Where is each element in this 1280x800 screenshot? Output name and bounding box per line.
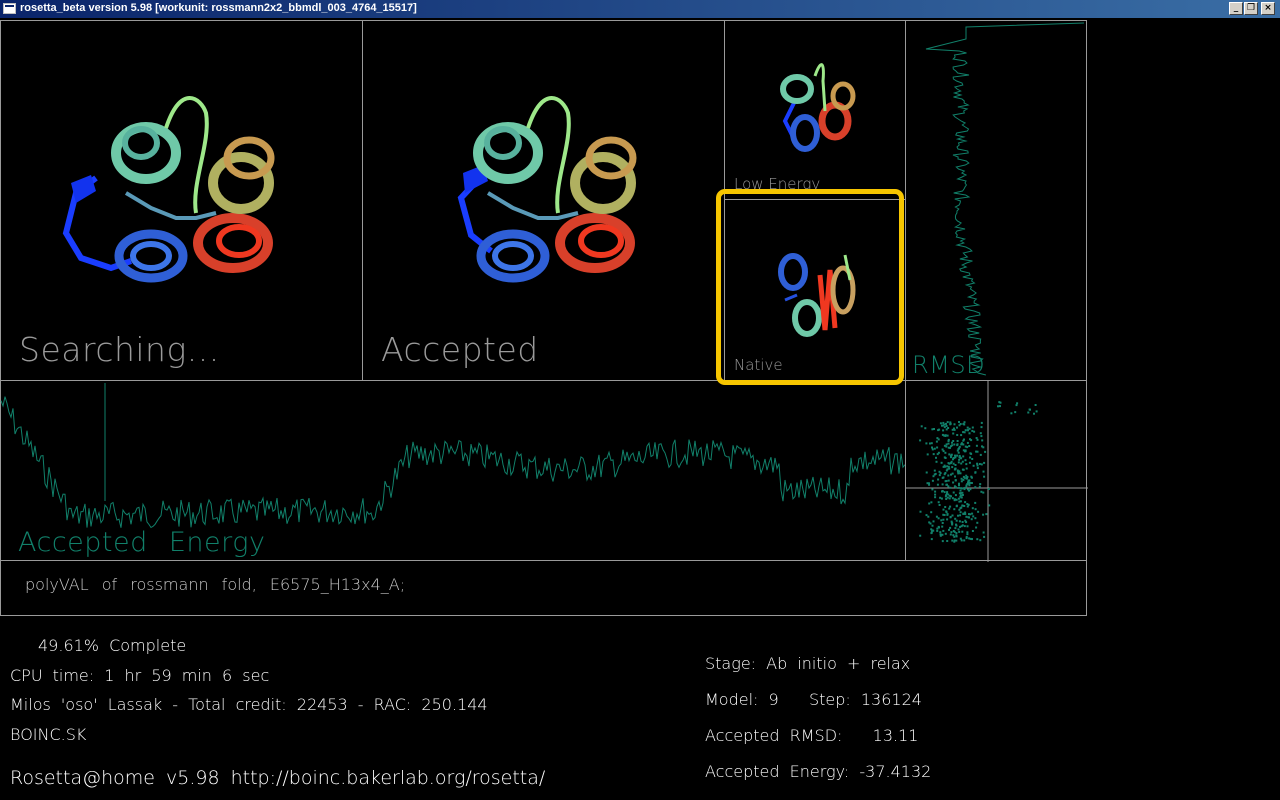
low-energy-panel: Low Energy bbox=[724, 20, 906, 200]
title-bar: rosetta_beta version 5.98 [workunit: ros… bbox=[0, 0, 1280, 18]
accepted-energy-info: Accepted Energy: -37.4132 bbox=[705, 762, 932, 781]
accepted-energy-panel: Accepted Energy bbox=[0, 380, 906, 561]
minimize-button[interactable]: _ bbox=[1229, 2, 1243, 15]
close-button[interactable]: × bbox=[1261, 2, 1275, 15]
energy-vs-rmsd-scatter bbox=[906, 381, 1088, 562]
energy-vs-rmsd-panel bbox=[905, 380, 1088, 562]
team-name: BOINC.SK bbox=[10, 725, 87, 744]
accepted-protein-icon bbox=[457, 96, 637, 283]
rosetta-graphics-window: Searching... Accepted Low Energy Native … bbox=[0, 18, 1280, 800]
user-credit: Milos 'oso' Lassak - Total credit: 22453… bbox=[10, 695, 488, 714]
rmsd-panel: RMSD bbox=[905, 20, 1087, 381]
description-panel: polyVAL of rossmann fold, E6575_H13x4_A; bbox=[0, 560, 1087, 616]
model-step-info: Model: 9 Step: 136124 bbox=[705, 690, 922, 709]
searching-protein-icon bbox=[62, 96, 275, 283]
accepted-label: Accepted bbox=[381, 330, 539, 369]
rmsd-trace bbox=[925, 22, 1085, 376]
percent-complete: 49.61% Complete bbox=[38, 636, 187, 655]
stage-info: Stage: Ab initio + relax bbox=[705, 654, 911, 673]
low-energy-protein-icon bbox=[780, 63, 856, 152]
searching-panel: Searching... bbox=[0, 20, 363, 381]
window-app-icon bbox=[3, 3, 16, 14]
workunit-description: polyVAL of rossmann fold, E6575_H13x4_A; bbox=[25, 575, 406, 594]
accepted-rmsd-info: Accepted RMSD: 13.11 bbox=[705, 726, 919, 745]
searching-label: Searching... bbox=[19, 330, 220, 369]
window-title: rosetta_beta version 5.98 [workunit: ros… bbox=[20, 2, 417, 14]
cpu-time: CPU time: 1 hr 59 min 6 sec bbox=[10, 666, 270, 685]
footer-url: Rosetta@home v5.98 http://boinc.bakerlab… bbox=[10, 767, 546, 789]
accepted-energy-label: Accepted Energy bbox=[18, 527, 266, 558]
restore-button[interactable]: ❐ bbox=[1244, 2, 1258, 15]
native-highlight-box bbox=[716, 189, 904, 385]
accepted-panel: Accepted bbox=[362, 20, 725, 381]
rmsd-label: RMSD bbox=[912, 351, 986, 379]
